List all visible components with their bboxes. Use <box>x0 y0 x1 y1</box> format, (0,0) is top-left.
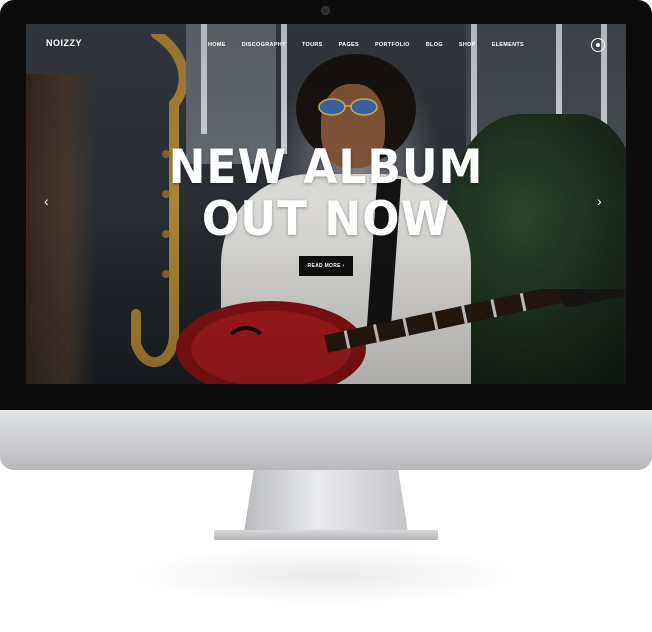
hero-headline-line2: OUT NOW <box>201 191 451 248</box>
monitor-base <box>214 530 438 540</box>
read-more-button[interactable]: READ MORE › <box>299 256 353 276</box>
nav-item-blog[interactable]: BLOG <box>426 42 443 48</box>
main-navigation: HOME DISCOGRAPHY TOURS PAGES PORTFOLIO B… <box>208 42 540 48</box>
site-logo[interactable]: NOIZZY <box>46 38 82 48</box>
nav-item-home[interactable]: HOME <box>208 42 226 48</box>
nav-item-portfolio[interactable]: PORTFOLIO <box>375 42 410 48</box>
chevron-right-icon[interactable]: › <box>597 194 602 208</box>
nav-item-discography[interactable]: DISCOGRAPHY <box>242 42 286 48</box>
hero-headline-line1: NEW ALBUM <box>168 139 484 196</box>
monitor-stand <box>244 470 408 532</box>
chevron-left-icon[interactable]: ‹ <box>44 194 49 208</box>
nav-item-shop[interactable]: SHOP <box>459 42 476 48</box>
nav-item-pages[interactable]: PAGES <box>339 42 359 48</box>
camera-icon <box>321 6 330 15</box>
circle-menu-icon[interactable] <box>591 38 605 52</box>
monitor-chin <box>0 410 652 470</box>
nav-item-tours[interactable]: TOURS <box>302 42 323 48</box>
nav-item-elements[interactable]: ELEMENTS <box>492 42 524 48</box>
screen: NOIZZY HOME DISCOGRAPHY TOURS PAGES PORT… <box>26 24 626 384</box>
monitor-shadow <box>130 545 522 605</box>
